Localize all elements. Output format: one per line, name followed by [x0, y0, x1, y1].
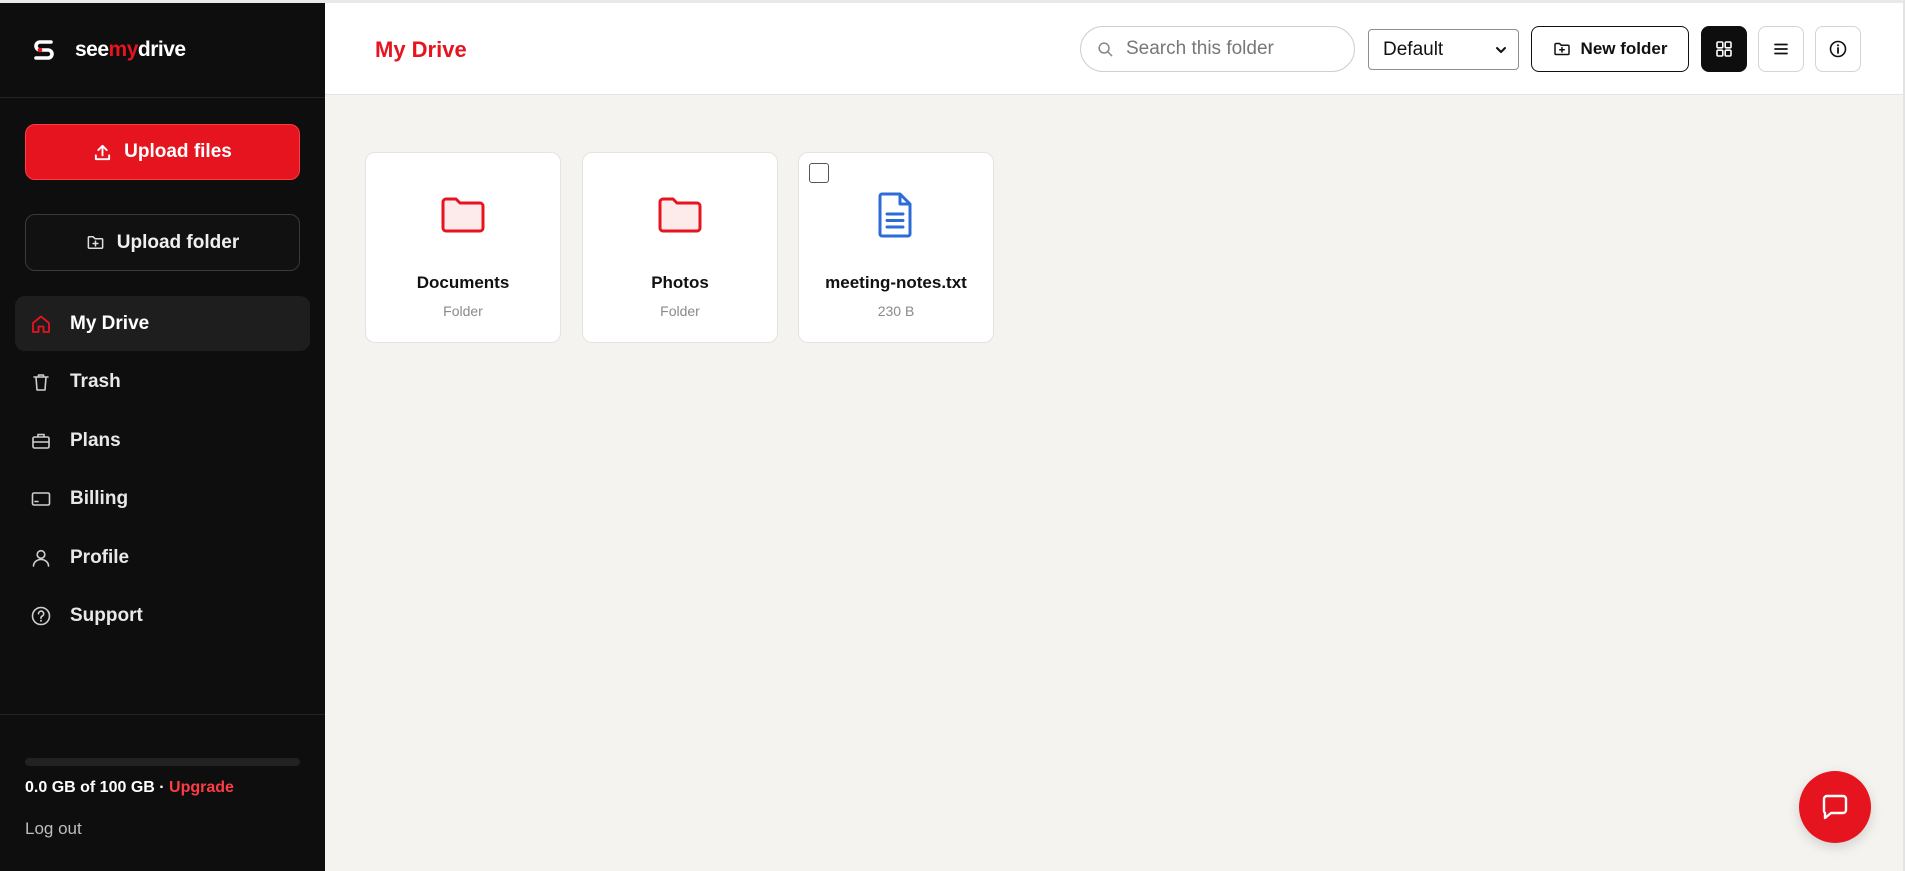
sidebar-item-my-drive[interactable]: My Drive	[15, 296, 310, 351]
sidebar-nav: My Drive Trash Plans Billing Profile Sup…	[15, 296, 310, 647]
sidebar-item-label: Trash	[70, 371, 121, 392]
sidebar-item-label: Billing	[70, 488, 129, 509]
file-card-meeting-notes[interactable]: meeting-notes.txt 230 B	[798, 152, 994, 343]
info-button[interactable]	[1815, 26, 1861, 72]
upload-files-label: Upload files	[124, 141, 232, 162]
brand-name: seemydrive	[75, 38, 186, 61]
search-input[interactable]	[1126, 38, 1336, 60]
folder-plus-icon	[86, 233, 105, 252]
file-name: meeting-notes.txt	[825, 273, 967, 292]
file-name: Photos	[651, 273, 709, 292]
sort-select[interactable]: Default	[1368, 29, 1519, 70]
folder-icon	[654, 189, 706, 241]
storage-usage: 0.0 GB of 100 GB · Upgrade	[25, 779, 234, 797]
card-icon	[30, 488, 52, 510]
s-logo-icon	[31, 37, 57, 63]
help-icon	[30, 605, 52, 627]
new-folder-button[interactable]: New folder	[1531, 26, 1689, 72]
list-icon	[1771, 39, 1791, 59]
sidebar-footer: 0.0 GB of 100 GB · Upgrade Log out	[0, 714, 325, 871]
select-checkbox[interactable]	[809, 163, 829, 183]
search-icon	[1097, 41, 1114, 58]
logout-link[interactable]: Log out	[25, 819, 82, 839]
user-icon	[30, 547, 52, 569]
chevron-down-icon	[1494, 43, 1508, 57]
sidebar-item-profile[interactable]: Profile	[15, 530, 310, 585]
info-icon	[1828, 39, 1848, 59]
chat-button[interactable]	[1799, 771, 1871, 843]
sidebar-item-label: Profile	[70, 546, 130, 568]
app-root: seemydrive Upload files Upload folder My…	[0, 0, 1905, 871]
new-folder-label: New folder	[1580, 39, 1668, 58]
sidebar-item-label: My Drive	[70, 312, 150, 334]
sidebar-item-label: Plans	[70, 429, 121, 451]
search-box[interactable]	[1080, 26, 1355, 72]
grid-view-button[interactable]	[1701, 26, 1747, 72]
home-icon	[30, 313, 52, 335]
sidebar-item-plans[interactable]: Plans	[15, 413, 310, 468]
sidebar-item-support[interactable]: Support	[15, 589, 310, 644]
sidebar-item-trash[interactable]: Trash	[15, 355, 310, 410]
file-card-photos[interactable]: Photos Folder	[582, 152, 778, 343]
storage-used-text: 0.0 GB of 100 GB ·	[25, 779, 170, 796]
file-meta: Folder	[660, 303, 700, 319]
chat-icon	[1819, 791, 1851, 823]
folder-plus-icon	[1553, 40, 1571, 58]
storage-progress-bar	[25, 758, 300, 766]
upload-folder-label: Upload folder	[116, 231, 240, 253]
upgrade-link[interactable]: Upgrade	[169, 779, 234, 796]
document-icon	[870, 189, 922, 241]
upload-icon	[93, 143, 112, 162]
sidebar: seemydrive Upload files Upload folder My…	[0, 3, 325, 871]
sort-select-value: Default	[1383, 38, 1444, 60]
file-name: Documents	[416, 273, 510, 292]
brand[interactable]: seemydrive	[0, 3, 325, 98]
sidebar-item-billing[interactable]: Billing	[15, 472, 310, 527]
file-grid-area: Documents Folder Photos Folder meeting-n…	[325, 95, 1905, 871]
sidebar-item-label: Support	[70, 605, 143, 626]
upload-folder-button[interactable]: Upload folder	[25, 214, 300, 271]
header: My Drive Default New folder	[325, 3, 1905, 95]
page-title: My Drive	[375, 37, 467, 62]
list-view-button[interactable]	[1758, 26, 1804, 72]
folder-icon	[437, 189, 489, 241]
grid-icon	[1714, 39, 1734, 59]
upload-files-button[interactable]: Upload files	[25, 124, 300, 180]
trash-icon	[30, 371, 52, 393]
briefcase-icon	[30, 430, 52, 452]
file-card-documents[interactable]: Documents Folder	[365, 152, 561, 343]
file-meta: 230 B	[877, 303, 915, 319]
file-meta: Folder	[443, 303, 483, 319]
